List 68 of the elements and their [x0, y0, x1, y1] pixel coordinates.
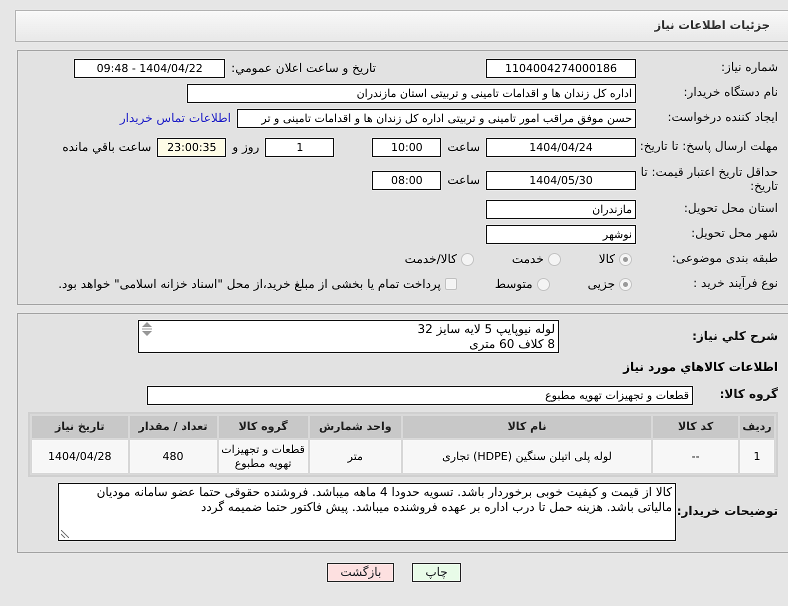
table-cell: -- [653, 440, 738, 473]
notes-field[interactable]: کالا از قیمت و کیفیت خوبی برخوردار باشد. تسویه حدودا 4 ماهه میباشد. فروشنده حقوقی حتما عضو سامانه مودیان مالیاتی باشد. هزینه حمل تا درب اداره بر عهده فروشنده میباشد. پیش فاکتور حتما ضمیمه گردد [58, 483, 676, 541]
section-heading: اطلاعات کالاهاي مورد نياز [623, 359, 779, 376]
field-label: شماره نیاز: [720, 61, 779, 75]
table-cell: قطعات و تجهیزات تهویه مطبوع [218, 440, 308, 473]
field-label: توضیحات خریدار: [676, 505, 779, 519]
field-label: ساعت [446, 139, 481, 156]
option-label: کالا/خدمت [404, 251, 457, 268]
text-line: 8 کلاف 60 متری [468, 337, 555, 352]
text-field[interactable]: حسن موفق مراقب امور تامینی و تربیتی اداره کل زندان ها و اقدامات تامینی و تر [237, 108, 636, 128]
notes-text: کالا از قیمت و کیفیت خوبی برخوردار باشد. تسویه حدودا 4 ماهه میباشد. فروشنده حقوقی حتما عضو سامانه مودیان مالیاتی باشد. هزینه حمل تا درب اداره بر عهده فروشنده میباشد. پیش فاکتور حتما ضمیمه گردد [96, 485, 672, 515]
column-header: نام کالا [402, 416, 652, 438]
table-cell: 1 [740, 440, 774, 473]
option-label: جزیی [588, 276, 615, 293]
field-label: گروه کالا: [718, 388, 779, 402]
back-button[interactable]: بازگشت [327, 563, 394, 582]
field-label: طبقه بندی موضوعی: [670, 252, 779, 266]
text-field[interactable]: 10:00 [372, 138, 442, 156]
text-field[interactable]: 1 [265, 138, 334, 156]
radio-button[interactable] [460, 252, 474, 266]
checkbox-label: پرداخت تمام یا بخشی از مبلغ خرید،از محل "اسناد خزانه اسلامی" خواهد بود. [58, 276, 441, 293]
field-label: تاريخ و ساعت اعلان عمومي: [230, 60, 377, 77]
checkbox[interactable] [444, 278, 457, 290]
text-field[interactable]: 1404/05/30 [486, 170, 636, 190]
option-label: متوسط [494, 276, 533, 293]
text-line: لوله نیوپایپ 5 لایه سایز 32 [416, 322, 555, 337]
column-header: تعداد / مقدار [130, 416, 217, 438]
column-header: ردیف [740, 416, 774, 438]
text-field[interactable]: 08:00 [372, 170, 442, 190]
field-label: شرح کلي نیاز: [691, 330, 779, 344]
option-label: کالا [598, 251, 615, 268]
field-label: مهلت ارسال پاسخ: تا تاریخ: [638, 140, 779, 154]
text-field[interactable]: 1404/04/22 - 09:48 [74, 58, 226, 78]
option-label: خدمت [512, 251, 544, 268]
goods-group-field[interactable]: قطعات و تجهیزات تهویه مطبوع [147, 386, 693, 404]
text-field[interactable]: مازندران [486, 200, 636, 218]
print-button[interactable]: چاپ [412, 563, 461, 582]
page-title: جزئیات اطلاعات نیاز [654, 17, 770, 34]
field-label: نام دستگاه خریدار: [682, 86, 779, 100]
radio-button[interactable] [548, 252, 561, 266]
field-label: شهر محل تحویل: [690, 227, 779, 241]
column-header: واحد شمارش [310, 416, 401, 438]
text-field[interactable]: 1104004274000186 [486, 58, 636, 78]
field-label: نوع فرآیند خرید : [692, 277, 779, 291]
column-header: تاریخ نیاز [32, 416, 128, 438]
countdown-field[interactable]: 23:00:35 [157, 138, 226, 156]
column-header: کد کالا [653, 416, 738, 438]
text-field[interactable]: 1404/04/24 [486, 138, 636, 156]
table-cell: 1404/04/28 [32, 440, 128, 473]
text-field[interactable]: نوشهر [486, 224, 636, 244]
radio-button[interactable] [619, 278, 632, 290]
text-field[interactable]: اداره کل زندان ها و اقدامات تامینی و تربیتی استان مازندران [187, 84, 636, 102]
table-cell: لوله پلی اتیلن سنگین (HDPE) تجاری [402, 440, 652, 473]
field-label: ساعت [446, 172, 481, 189]
field-label: ساعت باقي مانده [61, 139, 152, 156]
field-label: روز و [230, 139, 260, 156]
scroll-arrows-icon[interactable] [142, 322, 152, 336]
column-header: گروه کالا [218, 416, 308, 438]
field-label: حداقل تاریخ اعتبار قیمت: تا تاریخ: [640, 166, 779, 194]
table-cell: متر [310, 440, 401, 473]
table-cell: 480 [130, 440, 217, 473]
radio-button[interactable] [536, 278, 550, 290]
description-field[interactable]: لوله نیوپایپ 5 لایه سایز 32 8 کلاف 60 متری [138, 320, 559, 353]
contact-link[interactable]: اطلاعات تماس خریدار [114, 109, 237, 127]
radio-button[interactable] [619, 252, 632, 266]
field-label: استان محل تحویل: [682, 202, 779, 216]
resize-grip-icon[interactable] [61, 530, 69, 538]
field-label: ایجاد کننده درخواست: [666, 111, 779, 125]
